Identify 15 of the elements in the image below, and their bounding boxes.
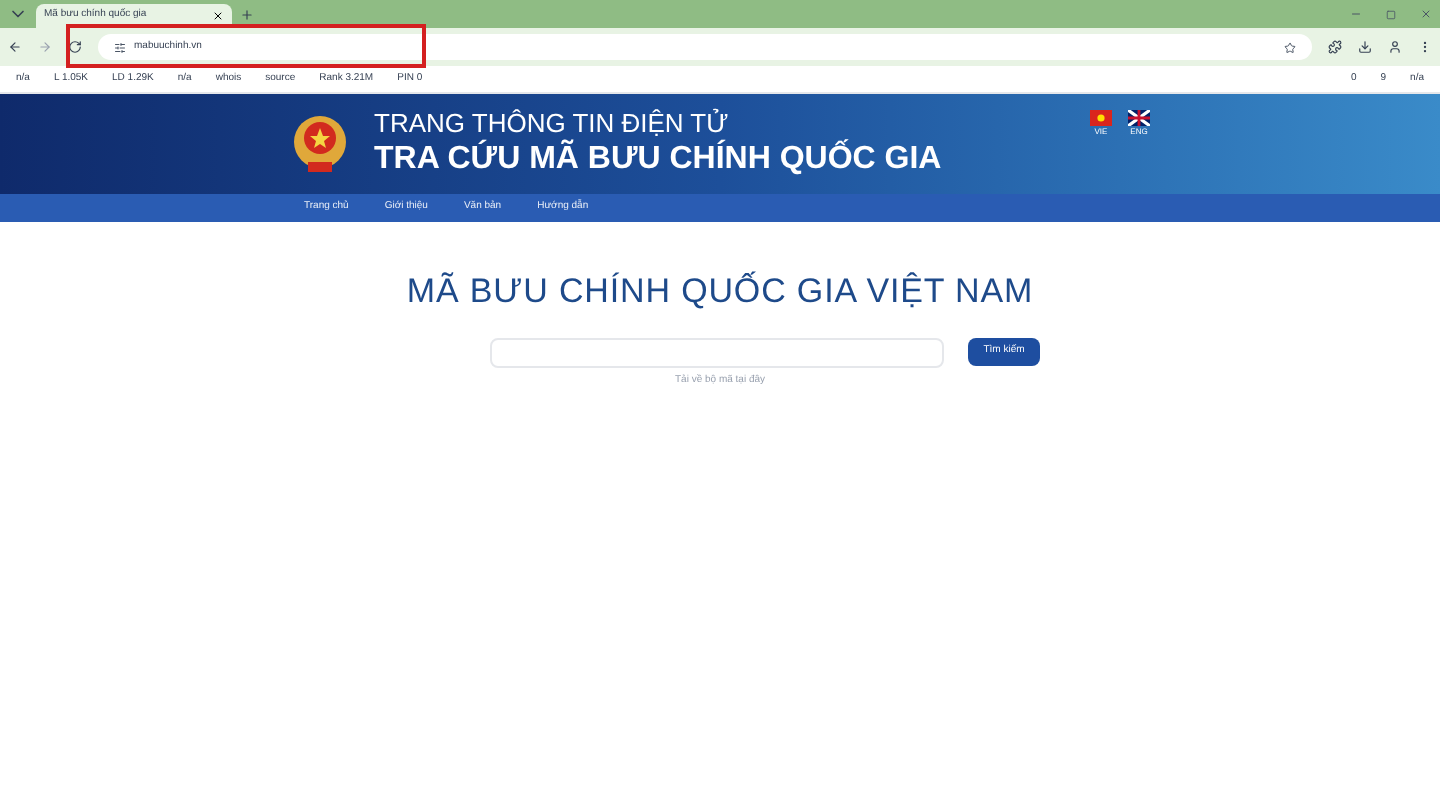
site-info-icon[interactable] [114,41,126,53]
emblem-icon [290,112,350,176]
search-field[interactable] [489,337,944,367]
site-title: TRA CỨU MÃ BƯU CHÍNH QUỐC GIA [374,140,942,181]
menu-icon[interactable] [1418,40,1432,54]
download-icon[interactable] [1358,40,1372,54]
page-heading: MÃ BƯU CHÍNH QUỐC GIA VIỆT NAM [406,269,1034,314]
reload-icon[interactable] [68,40,82,54]
bookmark-icon[interactable] [1284,41,1296,53]
extensions-icon[interactable] [1328,40,1342,54]
back-icon[interactable] [8,40,22,54]
flag-icon[interactable] [1128,110,1150,126]
close-icon[interactable] [212,10,224,22]
profile-icon[interactable] [1388,40,1402,54]
site-subtitle: TRANG THÔNG TIN ĐIỆN TỬ [374,107,731,139]
